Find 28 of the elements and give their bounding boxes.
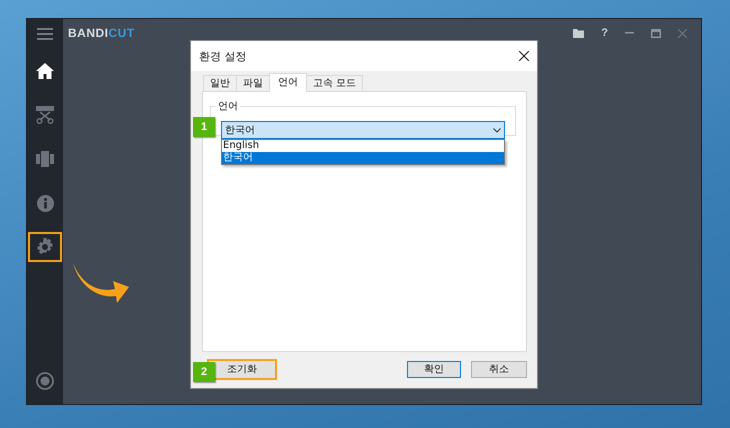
ok-button[interactable]: 확인 [407,360,461,378]
tab[interactable]: 고속 모드 [306,75,364,91]
reset-button[interactable]: 조기화 [207,358,277,380]
menu-icon[interactable] [37,28,53,40]
chevron-down-icon [493,128,501,132]
settings-icon[interactable] [36,238,54,256]
record-icon[interactable] [36,372,54,390]
dialog-title: 환경 설정 [199,48,246,64]
help-button[interactable]: ? [601,27,608,39]
cancel-button[interactable]: 취소 [471,360,527,378]
dropdown-option[interactable]: 한국어 [222,152,504,164]
film-segments-icon[interactable] [36,151,54,167]
scissors-icon[interactable] [36,106,54,124]
language-dropdown[interactable]: 한국어 [221,121,505,139]
tab[interactable]: 언어 [269,73,307,92]
folder-icon[interactable] [573,28,584,38]
group-label: 언어 [216,99,240,113]
home-icon[interactable] [36,63,54,79]
maximize-icon[interactable] [651,28,661,38]
curved-arrow-drawing [71,263,129,303]
app-logo: BANDICUT [68,26,135,40]
step-badge: 1 [193,117,215,137]
step-badge: 2 [193,362,215,382]
dropdown-option[interactable]: English [222,140,504,152]
tab[interactable]: 일반 [203,75,237,91]
info-icon[interactable] [36,194,54,212]
minimize-icon[interactable] [625,32,634,34]
close-icon[interactable] [519,51,529,61]
